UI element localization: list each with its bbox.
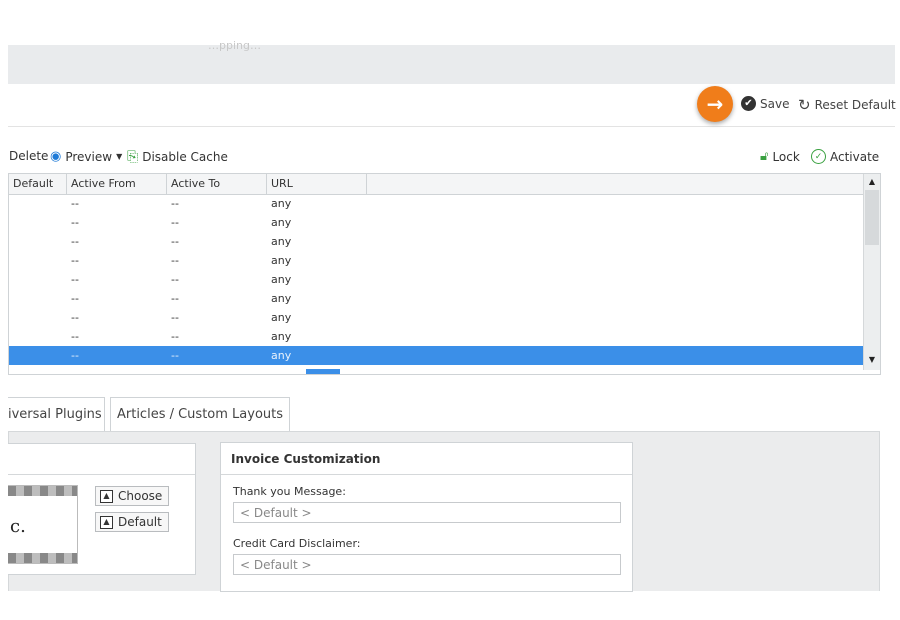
table-row[interactable]: -- -- any <box>9 232 864 251</box>
default-label: Default <box>118 515 162 529</box>
refresh-icon: ↻ <box>798 96 811 114</box>
table-cell: -- <box>171 311 179 324</box>
table-row[interactable]: -- -- any <box>9 194 864 213</box>
logo-image: c. <box>8 485 78 564</box>
save-button[interactable]: ✔ Save <box>741 96 789 111</box>
cache-icon: ⎘ <box>127 149 139 165</box>
lock-icon: 🔓︎ <box>760 149 769 164</box>
preview-label: Preview <box>65 149 113 164</box>
chevron-down-icon: ▼ <box>116 152 123 161</box>
disable-cache-button[interactable]: ⎘ Disable Cache <box>127 149 228 165</box>
activate-label: Activate <box>830 149 880 164</box>
table-row[interactable]: -- -- any <box>9 308 864 327</box>
scroll-up-icon[interactable]: ▲ <box>864 174 880 190</box>
delete-button[interactable]: Delete <box>9 149 48 163</box>
table-cell: -- <box>71 273 79 286</box>
table-row[interactable]: -- -- any <box>9 270 864 289</box>
check-circle-icon: ✔ <box>741 96 756 111</box>
disclaimer-label: Credit Card Disclaimer: <box>233 537 361 550</box>
table-cell: -- <box>71 216 79 229</box>
tab-label: Articles / Custom Layouts <box>116 407 284 422</box>
table-cell: -- <box>71 254 79 267</box>
top-band: …pping… <box>8 39 895 84</box>
tab-label: iversal Plugins <box>8 407 102 422</box>
table-row[interactable]: -- -- any <box>9 327 864 346</box>
activate-button[interactable]: ✓ Activate <box>811 149 879 164</box>
scroll-down-icon[interactable]: ▼ <box>864 352 880 368</box>
table-cell: -- <box>171 349 179 362</box>
table-cell: any <box>271 292 292 305</box>
delete-label: Delete <box>9 149 49 163</box>
table-row[interactable]: -- -- any <box>9 289 864 308</box>
choose-button[interactable]: ▲ Choose <box>95 486 169 506</box>
column-header-active-from[interactable]: Active From <box>67 174 167 194</box>
table-cell: -- <box>71 292 79 305</box>
splitter-handle[interactable] <box>306 369 340 374</box>
credit-card-disclaimer-input[interactable] <box>233 554 621 575</box>
column-header-active-to[interactable]: Active To <box>167 174 267 194</box>
data-grid: Default Active From Active To URL -- -- an… <box>8 173 881 375</box>
eye-icon: ◉ <box>50 149 62 164</box>
table-cell: any <box>271 311 292 324</box>
go-button[interactable]: → <box>697 86 733 122</box>
lock-label: Lock <box>772 149 800 164</box>
preview-button[interactable]: ◉ Preview ▼ <box>50 149 122 164</box>
image-icon: ▲ <box>100 489 113 503</box>
table-cell: any <box>271 197 292 210</box>
column-header-url[interactable]: URL <box>267 174 367 194</box>
lock-button[interactable]: 🔓︎ Lock <box>760 149 800 164</box>
table-row[interactable]: -- -- any <box>9 213 864 232</box>
table-cell: any <box>271 349 292 362</box>
table-cell: -- <box>171 254 179 267</box>
divider <box>8 474 195 475</box>
logo-pattern <box>8 553 77 563</box>
table-cell: -- <box>171 273 179 286</box>
check-circle-icon: ✓ <box>811 149 826 164</box>
tab-universal-plugins[interactable]: iversal Plugins <box>8 397 105 431</box>
reset-default-button[interactable]: ↻ Reset Default <box>798 96 896 114</box>
table-cell: -- <box>171 197 179 210</box>
column-header-default[interactable]: Default <box>9 174 67 194</box>
table-cell: -- <box>171 216 179 229</box>
table-cell: -- <box>71 349 79 362</box>
table-cell: -- <box>71 311 79 324</box>
choose-label: Choose <box>118 489 163 503</box>
grid-header: Default Active From Active To URL <box>9 174 864 195</box>
table-cell: -- <box>71 330 79 343</box>
table-row[interactable]: -- -- any <box>9 251 864 270</box>
image-icon: ▲ <box>100 515 113 529</box>
invoice-customization-panel: Invoice Customization Thank you Message:… <box>220 442 633 592</box>
scrollbar-thumb[interactable] <box>865 190 879 245</box>
table-cell: -- <box>171 235 179 248</box>
table-cell: any <box>271 235 292 248</box>
table-cell: any <box>271 254 292 267</box>
reset-default-label: Reset Default <box>814 98 896 112</box>
table-cell: -- <box>71 235 79 248</box>
table-cell: -- <box>171 292 179 305</box>
arrow-right-icon: → <box>706 92 724 116</box>
divider <box>221 474 632 475</box>
thank-you-message-input[interactable] <box>233 502 621 523</box>
faint-header-text: …pping… <box>208 39 261 52</box>
logo-pattern <box>8 486 77 496</box>
table-row[interactable]: -- -- any <box>9 346 864 365</box>
default-button[interactable]: ▲ Default <box>95 512 169 532</box>
table-cell: any <box>271 216 292 229</box>
table-cell: any <box>271 273 292 286</box>
panel-title: Invoice Customization <box>231 452 381 466</box>
thank-you-label: Thank you Message: <box>233 485 346 498</box>
disable-cache-label: Disable Cache <box>142 150 228 164</box>
vertical-scrollbar[interactable]: ▲ ▼ <box>863 174 880 370</box>
logo-panel: c. ▲ Choose ▲ Default <box>8 443 196 575</box>
table-cell: -- <box>171 330 179 343</box>
logo-text: c. <box>10 516 26 537</box>
save-label: Save <box>760 96 790 111</box>
table-cell: -- <box>71 197 79 210</box>
tab-articles-custom-layouts[interactable]: Articles / Custom Layouts <box>110 397 290 431</box>
table-cell: any <box>271 330 292 343</box>
